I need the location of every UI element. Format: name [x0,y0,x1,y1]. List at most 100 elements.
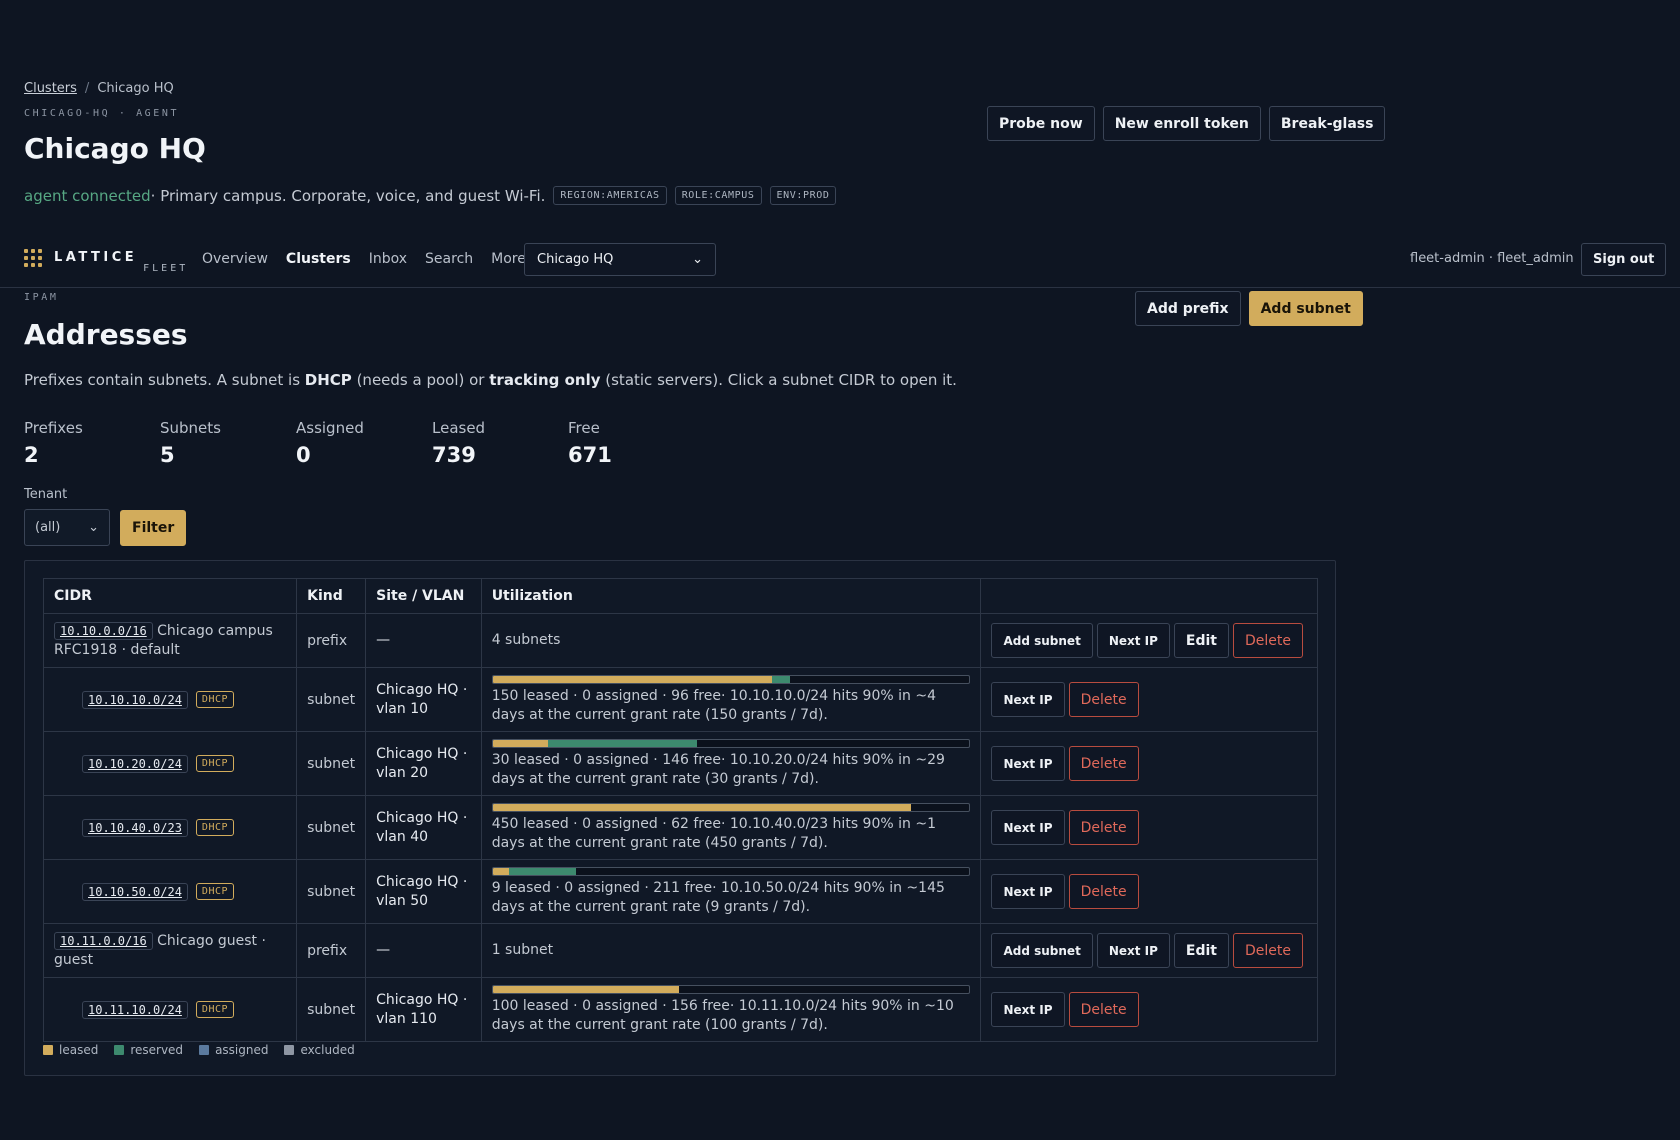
stat-label: Leased [432,419,486,437]
stat-value: 671 [568,443,612,467]
dhcp-badge: DHCP [195,883,235,900]
next-ip-button[interactable]: Next IP [991,810,1065,845]
delete-button[interactable]: Delete [1233,623,1303,658]
probe-now-button[interactable]: Probe now [987,106,1095,141]
next-ip-button[interactable]: Next IP [991,746,1065,781]
actions-cell: Add subnet Next IP Edit Delete [980,923,1318,978]
tenant-select[interactable]: (all) ⌄ [24,509,110,546]
utilization-text: 150 leased · 0 assigned · 96 free· 10.10… [491,687,936,723]
sign-out-button[interactable]: Sign out [1581,243,1667,276]
delete-button[interactable]: Delete [1068,746,1139,781]
filter-button[interactable]: Filter [120,510,187,546]
subnet-row: 10.10.20.0/24 DHCP subnet Chicago HQ · vlan… [42,731,1318,796]
cluster-description-text: · Primary campus. Corporate, voice, and … [150,186,546,205]
row-add-subnet-button[interactable]: Add subnet [991,933,1093,968]
next-ip-button[interactable]: Next IP [991,874,1065,909]
edit-button[interactable]: Edit [1173,933,1229,968]
cidr-cell: 10.11.10.0/24 DHCP [42,977,298,1042]
legend-label: leased [59,1043,99,1057]
stat-subnets: Subnets 5 [160,419,296,467]
ipam-actions: Add prefix Add subnet [1135,291,1363,326]
row-add-subnet-button[interactable]: Add subnet [991,623,1093,658]
delete-button[interactable]: Delete [1068,874,1139,909]
top-nav: LATTICE FLEET Overview Clusters Inbox Se… [0,240,1680,288]
delete-button[interactable]: Delete [1068,810,1139,845]
next-ip-button[interactable]: Next IP [1096,623,1170,658]
edit-button[interactable]: Edit [1173,623,1229,658]
cluster-select[interactable]: Chicago HQ ⌄ [524,243,716,276]
utilization-bar [491,984,970,994]
intro-dhcp: DHCP [304,371,352,389]
subnets-panel: CIDR Kind Site / VLAN Utilization 10.10.… [24,560,1336,1076]
cluster-description: agent connected · Primary campus. Corpor… [24,186,837,205]
delete-button[interactable]: Delete [1233,933,1303,968]
cidr-link[interactable]: 10.11.0.0/16 [54,931,153,950]
legend-item-leased: leased [43,1043,98,1057]
intro-text-1: Prefixes contain subnets. A subnet is [24,371,305,389]
breadcrumb-current: Chicago HQ [97,81,174,96]
reserved-segment [509,867,577,875]
stat-value: 5 [160,443,175,467]
utilization-text: 30 leased · 0 assigned · 146 free· 10.10… [491,751,945,787]
header-cidr: CIDR [42,578,298,614]
subnet-cidr: 10.10.20.0/24 DHCP [54,754,286,773]
nav-inbox[interactable]: Inbox [369,251,407,267]
cidr-cell: 10.10.10.0/24 DHCP [42,667,298,732]
legend-swatch [284,1045,295,1055]
tenant-select-value: (all) [35,520,61,535]
add-prefix-button[interactable]: Add prefix [1135,291,1241,326]
subnet-cidr: 10.10.10.0/24 DHCP [54,690,286,709]
cidr-link[interactable]: 10.10.50.0/24 [82,882,188,901]
subnet-row: 10.10.40.0/23 DHCP subnet Chicago HQ · vlan… [42,795,1318,860]
utilization-text: 4 subnets [491,632,561,648]
legend-swatch [199,1045,210,1055]
intro-text-2: (needs a pool) or [351,371,490,389]
reserved-segment [771,675,791,683]
subnet-row: 10.10.50.0/24 DHCP subnet Chicago HQ · vlan… [42,859,1318,924]
brand-name: LATTICE [54,250,138,265]
nav-more[interactable]: More [491,251,526,267]
subnet-row: 10.11.10.0/24 DHCP subnet Chicago HQ · vlan… [42,977,1318,1042]
cidr-link[interactable]: 10.10.20.0/24 [82,754,188,773]
prefix-row: 10.11.0.0/16 Chicago guest · guest prefix… [42,923,1318,978]
header-utilization: Utilization [480,578,982,614]
legend-item-excluded: excluded [284,1043,355,1057]
utilization-cell: 450 leased · 0 assigned · 62 free· 10.10… [480,795,982,860]
cidr-link[interactable]: 10.10.40.0/23 [82,818,188,837]
lattice-fleet-logo[interactable]: LATTICE FLEET [24,248,188,274]
nav-clusters[interactable]: Clusters [286,251,351,267]
leased-segment [492,985,679,993]
new-enroll-token-button[interactable]: New enroll token [1102,106,1261,141]
break-glass-button[interactable]: Break-glass [1268,106,1386,141]
stat-free: Free 671 [568,419,704,467]
delete-button[interactable]: Delete [1068,992,1139,1027]
next-ip-button[interactable]: Next IP [991,992,1065,1027]
breadcrumb-clusters-link[interactable]: Clusters [24,81,77,96]
header-kind: Kind [296,578,367,614]
leased-segment [492,803,912,811]
stat-leased: Leased 739 [432,419,568,467]
delete-button[interactable]: Delete [1068,682,1139,717]
cidr-link[interactable]: 10.10.10.0/24 [82,690,188,709]
add-subnet-button[interactable]: Add subnet [1248,291,1363,326]
tag-env: ENV:PROD [769,186,837,205]
next-ip-button[interactable]: Next IP [1096,933,1170,968]
utilization-bar [491,802,970,812]
stat-label: Free [568,419,600,437]
table-header-row: CIDR Kind Site / VLAN Utilization [42,578,1318,614]
stat-assigned: Assigned 0 [296,419,432,467]
legend-swatch [114,1045,125,1055]
nav-overview[interactable]: Overview [202,251,268,267]
cidr-cell: 10.10.0.0/16 Chicago campus RFC1918 · de… [42,613,298,668]
utilization-cell: 4 subnets [480,613,982,668]
leased-segment [492,867,510,875]
subnet-cidr: 10.11.10.0/24 DHCP [54,1000,286,1019]
cidr-link[interactable]: 10.10.0.0/16 [54,621,153,640]
nav-search[interactable]: Search [425,251,473,267]
next-ip-button[interactable]: Next IP [991,682,1065,717]
legend-label: reserved [130,1043,184,1057]
brand-sub: FLEET [143,263,189,274]
subnet-cidr: 10.10.40.0/23 DHCP [54,818,286,837]
site-vlan-cell: Chicago HQ · vlan 20 [365,731,482,796]
cidr-link[interactable]: 10.11.10.0/24 [82,1000,188,1019]
